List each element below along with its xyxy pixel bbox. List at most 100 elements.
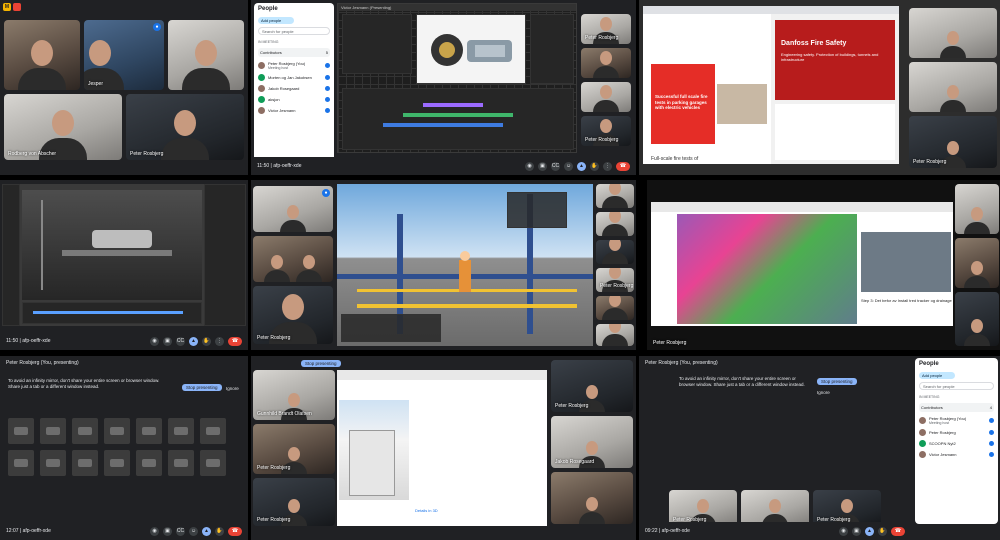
participant-row[interactable]: SCOOPN Nyt2 — [915, 438, 998, 449]
camera-icon[interactable]: ▣ — [163, 336, 172, 346]
participant-tile[interactable]: Peter Rosbjerg — [596, 268, 634, 292]
section-label: IN MEETING — [919, 395, 940, 399]
captions-icon[interactable]: CC — [551, 161, 560, 171]
participant-tile[interactable] — [253, 236, 333, 282]
end-call-icon[interactable]: ☎ — [228, 336, 242, 346]
participant-tile[interactable] — [596, 324, 634, 346]
mic-icon[interactable]: ◉ — [839, 526, 848, 536]
participant-tile[interactable] — [168, 20, 244, 90]
participant-tile[interactable]: Peter Rosbjerg — [909, 116, 997, 168]
participant-tile[interactable]: Peter Rosbjerg — [126, 94, 244, 160]
hand-icon[interactable]: ✋ — [590, 161, 599, 171]
infinity-mirror-warning: To avoid an infinity mirror, don't share… — [8, 378, 160, 389]
end-call-icon[interactable]: ☎ — [616, 161, 630, 171]
participant-tile[interactable]: Peter Rosbjerg — [253, 424, 335, 474]
hand-icon[interactable]: ✋ — [215, 526, 224, 536]
participant-name: Morten og Jan Jakobsen — [268, 75, 312, 80]
present-icon[interactable]: ▲ — [202, 526, 211, 536]
stop-presenting-button[interactable]: Stop presenting — [301, 360, 341, 367]
participant-tile[interactable] — [581, 82, 631, 112]
present-icon[interactable]: ▲ — [577, 161, 586, 171]
end-call-icon[interactable]: ☎ — [891, 526, 905, 536]
emoji-icon[interactable]: ☺ — [564, 161, 573, 171]
participant-row[interactable]: aksjon — [254, 94, 334, 105]
participant-tile[interactable]: Rodberg von Abscher — [4, 94, 122, 160]
participant-tile[interactable]: ● — [253, 186, 333, 232]
add-people-button[interactable]: Add people — [258, 17, 294, 24]
present-icon[interactable]: ▲ — [865, 526, 874, 536]
browser-tabbar — [643, 6, 899, 14]
participant-name: Peter Rosbjerg — [257, 465, 291, 471]
hand-icon[interactable]: ✋ — [202, 336, 211, 346]
participant-tile[interactable] — [551, 472, 633, 524]
more-icon[interactable]: ⋮ — [215, 336, 224, 346]
hand-icon[interactable]: ✋ — [878, 526, 887, 536]
camera-icon[interactable]: ▣ — [163, 526, 172, 536]
viewport[interactable] — [22, 190, 202, 300]
view-toolbar[interactable] — [507, 192, 567, 228]
stop-presenting-button[interactable]: Stop presenting — [817, 378, 857, 385]
add-people-button[interactable]: Add people — [919, 372, 955, 379]
participant-tile[interactable] — [955, 292, 999, 346]
search-input[interactable]: Search for people — [258, 27, 330, 35]
contributors-header[interactable]: Contributors 4 — [919, 403, 994, 412]
search-input[interactable]: Search for people — [919, 382, 994, 390]
participant-tile[interactable]: Peter Rosbjerg — [253, 286, 333, 344]
mic-icon[interactable]: ◉ — [150, 526, 159, 536]
avatar — [258, 96, 265, 103]
participant-row[interactable]: Victor Jesmann — [254, 105, 334, 116]
participant-tile[interactable] — [909, 62, 997, 112]
ignore-button[interactable]: Ignore — [226, 386, 239, 391]
end-call-icon[interactable]: ☎ — [228, 526, 242, 536]
meeting-grid-6: Step 3: Det befor av Install tred tracke… — [647, 180, 1000, 350]
vehicle-model[interactable] — [677, 214, 857, 324]
participant-tile[interactable]: Peter Rosbjerg — [581, 14, 631, 44]
ignore-button[interactable]: Ignore — [817, 390, 830, 395]
participant-tile[interactable] — [596, 184, 634, 208]
building-render — [339, 400, 409, 500]
participant-tile[interactable] — [596, 212, 634, 236]
stop-presenting-button[interactable]: Stop presenting — [182, 384, 222, 391]
participant-name: Peter Rosbjerg — [555, 403, 589, 409]
participant-tile[interactable] — [955, 238, 999, 288]
more-icon[interactable]: ⋮ — [603, 161, 612, 171]
mic-icon — [325, 97, 330, 102]
captions-icon[interactable]: CC — [176, 526, 185, 536]
3d-plant-render[interactable] — [337, 184, 593, 346]
participant-tile[interactable]: Peter Rosbjerg — [813, 490, 881, 526]
layer-toolbar[interactable] — [341, 314, 441, 342]
participant-row[interactable]: Jakob Rosegaard — [254, 83, 334, 94]
participant-tile[interactable]: Peter Rosbjerg — [551, 360, 633, 412]
participant-tile[interactable] — [581, 48, 631, 78]
participant-row[interactable]: Peter Rosbjerg — [915, 427, 998, 438]
document-link[interactable]: Details in 3D — [415, 508, 438, 513]
participant-tile[interactable] — [4, 20, 80, 90]
participant-row[interactable]: Victor Jesmann — [915, 449, 998, 460]
participant-tile[interactable]: Peter Rosbjerg — [581, 116, 631, 146]
participant-tile[interactable] — [741, 490, 809, 526]
participant-tile[interactable] — [596, 296, 634, 320]
camera-icon[interactable]: ▣ — [538, 161, 547, 171]
contributors-header[interactable]: Contributors 5 — [258, 48, 330, 57]
participant-name: Victor Jesmann — [268, 108, 296, 113]
participant-tile[interactable]: Peter Rosbjerg — [253, 478, 335, 526]
participant-row[interactable]: Peter Rosbjerg (You) Meeting host — [254, 59, 334, 72]
mic-icon[interactable]: ◉ — [150, 336, 159, 346]
participant-tile[interactable] — [955, 184, 999, 234]
participant-row[interactable]: Peter Rosbjerg (You) Meeting host — [915, 414, 998, 427]
mic-icon[interactable]: ◉ — [525, 161, 534, 171]
youtube-player[interactable]: Danfoss Fire Safety Engineering safety. … — [775, 20, 895, 100]
emoji-icon[interactable]: ☺ — [189, 526, 198, 536]
present-icon[interactable]: ▲ — [189, 336, 198, 346]
timeline-panel — [342, 88, 574, 150]
participant-row[interactable]: Morten og Jan Jakobsen — [254, 72, 334, 83]
participant-tile[interactable]: Jesper ● — [84, 20, 164, 90]
captions-icon[interactable]: CC — [176, 336, 185, 346]
participant-tile[interactable] — [909, 8, 997, 58]
camera-icon[interactable]: ▣ — [852, 526, 861, 536]
mic-icon — [989, 418, 994, 423]
participant-tile[interactable] — [596, 240, 634, 264]
participant-tile[interactable]: Jakob Rosegaard — [551, 416, 633, 468]
participant-tile[interactable]: Gunnhild Brandt Olafsen — [253, 370, 335, 420]
participant-tile[interactable]: Peter Rosbjerg — [669, 490, 737, 526]
